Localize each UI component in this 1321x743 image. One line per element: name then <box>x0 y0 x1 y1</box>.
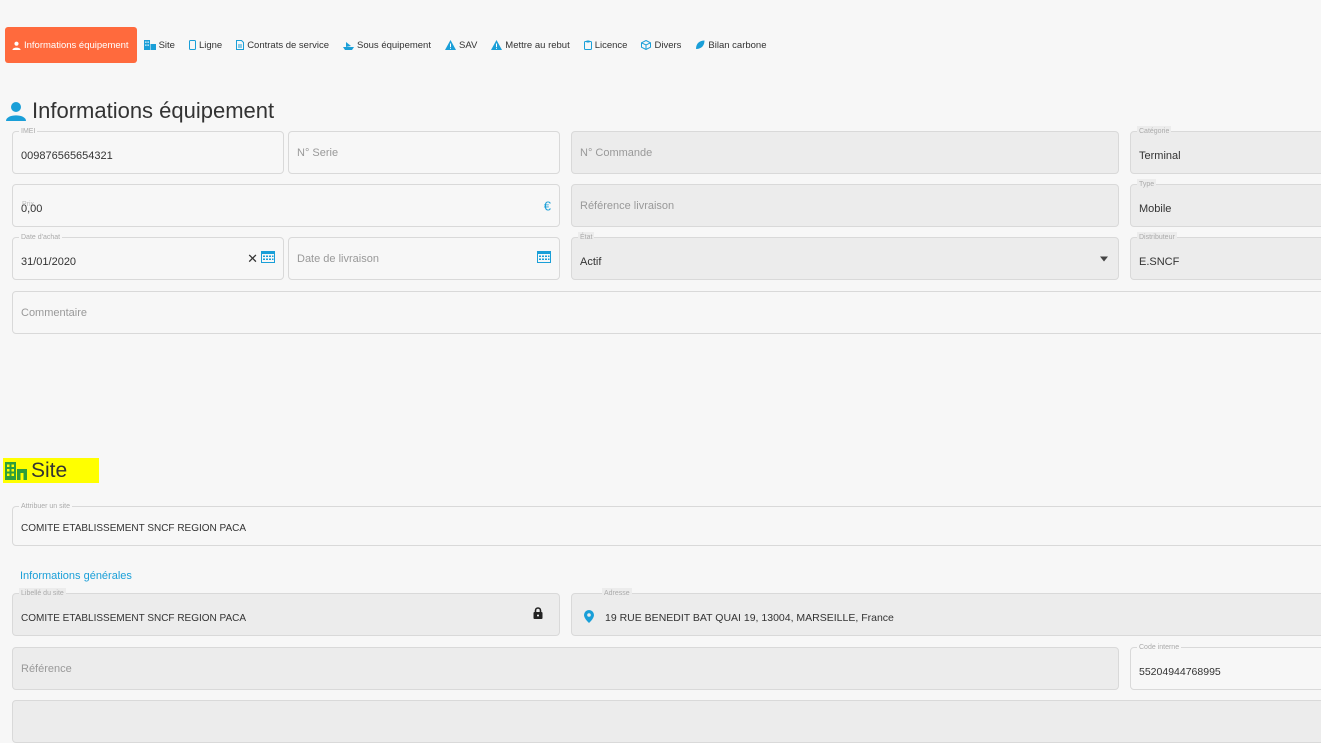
prix-field[interactable]: Prix 0,00 € <box>12 184 560 227</box>
clear-icon[interactable]: ✕ <box>247 252 258 265</box>
tab-label: Divers <box>654 39 682 51</box>
sim-icon <box>188 40 196 50</box>
field-value: E.SNCF <box>1139 256 1180 268</box>
tab-sous-equipement[interactable]: Sous équipement <box>339 27 435 63</box>
field-value: COMITE ETABLISSEMENT SNCF REGION PACA <box>21 523 247 534</box>
building-icon <box>5 461 27 480</box>
tab-informations-equipement[interactable]: Informations équipement <box>5 27 137 63</box>
field-label: Adresse <box>602 588 632 599</box>
calendar-icon[interactable] <box>537 250 551 268</box>
calendar-icon[interactable] <box>261 250 275 268</box>
field-placeholder: Commentaire <box>21 306 88 319</box>
clipboard-icon <box>583 40 592 50</box>
categorie-field[interactable]: Catégorie Terminal <box>1130 126 1321 174</box>
reference-field[interactable]: Référence <box>12 647 1119 690</box>
tab-ligne[interactable]: Ligne <box>185 27 226 63</box>
adresse-field[interactable]: Adresse 19 RUE BENEDIT BAT QUAI 19, 1300… <box>571 588 1321 636</box>
reference-livraison-field[interactable]: Référence livraison <box>571 184 1119 227</box>
tab-site[interactable]: Site <box>140 27 179 63</box>
date-achat-field[interactable]: Date d'achat 31/01/2020 ✕ <box>12 232 284 280</box>
distributeur-field[interactable]: Distributeur E.SNCF <box>1130 232 1321 280</box>
field-label: IMEI <box>19 126 38 137</box>
tab-mettre-au-rebut[interactable]: Mettre au rebut <box>487 27 573 63</box>
euro-icon: € <box>543 198 551 213</box>
field-value: 0,00 <box>21 203 43 215</box>
commentaire-field[interactable]: Commentaire <box>12 291 1321 334</box>
tab-licence[interactable]: Licence <box>580 27 632 63</box>
imei-field[interactable]: IMEI 009876565654321 <box>12 126 284 174</box>
field-placeholder: Référence livraison <box>580 199 675 212</box>
section-title-text: Informations équipement <box>32 98 275 123</box>
tab-divers[interactable]: Divers <box>637 27 685 63</box>
tab-label: Informations équipement <box>24 39 129 51</box>
field-placeholder: N° Serie <box>297 146 339 159</box>
field-label: Attribuer un site <box>19 501 73 512</box>
tab-bilan-carbone[interactable]: Bilan carbone <box>691 27 770 63</box>
building-icon <box>143 40 156 50</box>
section-title-informations: Informations équipement <box>5 97 274 125</box>
attribuer-site-field[interactable]: Attribuer un site COMITE ETABLISSEMENT S… <box>12 501 1321 546</box>
field-label: État <box>578 232 595 243</box>
field-value: 009876565654321 <box>21 150 113 162</box>
field-value: Mobile <box>1139 203 1172 215</box>
warning-icon <box>491 40 503 50</box>
field-label: Catégorie <box>1137 126 1172 137</box>
document-icon <box>236 40 245 50</box>
tab-label: Mettre au rebut <box>505 39 570 51</box>
commande-field[interactable]: N° Commande <box>571 131 1119 174</box>
informations-generales-label: Informations générales <box>20 570 132 582</box>
field-placeholder: Date de livraison <box>297 252 379 265</box>
field-value: COMITE ETABLISSEMENT SNCF REGION PACA <box>21 613 247 624</box>
tab-label: Sous équipement <box>357 39 431 51</box>
type-field[interactable]: Type Mobile <box>1130 179 1321 227</box>
warning-icon <box>444 40 456 50</box>
section-title-text: Site <box>31 458 68 482</box>
tab-contrats-de-service[interactable]: Contrats de service <box>232 27 333 63</box>
field-placeholder: Référence <box>21 662 72 675</box>
serie-field[interactable]: N° Serie <box>288 131 560 174</box>
tab-label: SAV <box>458 39 478 51</box>
tab-label: Ligne <box>198 39 223 51</box>
section-title-site: Site <box>3 458 99 483</box>
lock-icon <box>533 606 543 624</box>
field-placeholder: N° Commande <box>580 146 653 159</box>
code-interne-field[interactable]: Code interne 55204944768995 <box>1130 642 1321 690</box>
field-value: Actif <box>580 256 602 268</box>
field-label: Code interne <box>1137 642 1182 653</box>
user-icon <box>5 101 27 121</box>
field-value: 55204944768995 <box>1139 666 1221 678</box>
map-pin-icon <box>584 610 594 628</box>
tab-label: Licence <box>594 39 628 51</box>
field-value: 31/01/2020 <box>21 256 77 268</box>
field-label: Libellé du site <box>19 588 66 599</box>
chevron-down-icon[interactable] <box>1100 256 1108 261</box>
libelle-site-field: Libellé du site COMITE ETABLISSEMENT SNC… <box>12 588 560 636</box>
user-icon <box>12 41 21 50</box>
etat-select[interactable]: État Actif <box>571 232 1119 280</box>
box-icon <box>641 40 652 50</box>
tab-label: Contrats de service <box>247 39 330 51</box>
field-value: Terminal <box>1139 150 1181 162</box>
next-field[interactable] <box>12 700 1321 743</box>
tab-label: Bilan carbone <box>708 39 767 51</box>
tab-label: Site <box>158 39 175 51</box>
tab-sav[interactable]: SAV <box>441 27 481 63</box>
field-value: 19 RUE BENEDIT BAT QUAI 19, 13004, MARSE… <box>605 612 894 624</box>
tab-bar: Informations équipement Site Ligne Contr… <box>5 27 771 63</box>
ship-icon <box>343 41 355 50</box>
field-label: Distributeur <box>1137 232 1177 243</box>
leaf-icon <box>695 40 705 50</box>
field-label: Date d'achat <box>19 232 63 243</box>
date-livraison-field[interactable]: Date de livraison <box>288 237 560 280</box>
field-label: Type <box>1137 179 1157 190</box>
